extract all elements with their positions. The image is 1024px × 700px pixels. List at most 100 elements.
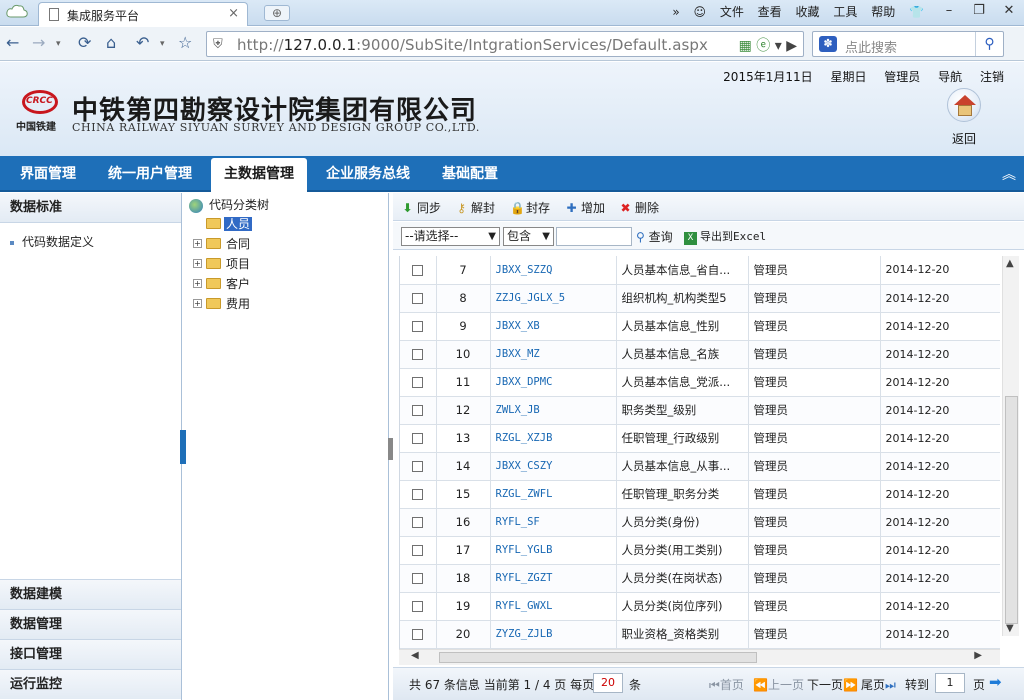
new-tab-button[interactable]: ⊕ xyxy=(264,5,290,21)
prev-page-button[interactable]: ⏪上一页 xyxy=(753,676,804,693)
expand-icon[interactable]: + xyxy=(193,279,202,288)
tab-close-icon[interactable]: × xyxy=(228,6,239,21)
row-code-link[interactable]: RZGL_XZJB xyxy=(490,424,617,453)
expand-icon[interactable]: + xyxy=(193,259,202,268)
row-code-link[interactable]: JBXX_DPMC xyxy=(490,368,617,397)
nav-item-code-data[interactable]: 代码数据定义 xyxy=(10,233,94,250)
close-window-icon[interactable]: ✕ xyxy=(994,0,1024,22)
h-scroll-thumb[interactable] xyxy=(439,652,757,663)
checkbox[interactable] xyxy=(412,545,424,556)
nav-section-interface[interactable]: 接口管理 xyxy=(0,639,181,669)
row-code-link[interactable]: RYFL_ZGZT xyxy=(490,564,617,593)
next-page-button[interactable]: 下一页⏩ xyxy=(807,676,858,693)
row-code-link[interactable]: ZYZG_ZJLB xyxy=(490,620,617,649)
unlock-button[interactable]: ⚷ 解封 xyxy=(455,199,495,216)
skin-icon[interactable]: 👕 xyxy=(909,5,924,19)
vertical-scrollbar[interactable]: ▲ ▼ xyxy=(1002,256,1019,636)
row-code-link[interactable]: JBXX_XB xyxy=(490,312,617,341)
checkbox[interactable] xyxy=(412,489,424,500)
table-row[interactable]: 15 RZGL_ZWFL 任职管理_职务分类 管理员 2014-12-20 xyxy=(400,480,1000,509)
table-row[interactable]: 12 ZWLX_JB 职务类型_级别 管理员 2014-12-20 xyxy=(400,396,1000,425)
logout-link[interactable]: 注销 xyxy=(980,70,1004,84)
return-home-button[interactable]: 返回 xyxy=(944,88,984,148)
table-row[interactable]: 9 JBXX_XB 人员基本信息_性别 管理员 2014-12-20 xyxy=(400,312,1000,341)
row-code-link[interactable]: JBXX_SZZQ xyxy=(490,256,617,285)
menu-master-data[interactable]: 主数据管理 xyxy=(211,158,307,192)
menu-service-bus[interactable]: 企业服务总线 xyxy=(326,156,410,192)
refresh-icon[interactable]: ⟳ xyxy=(78,33,91,52)
tree-node-project[interactable]: + 项目 xyxy=(193,255,252,272)
checkbox[interactable] xyxy=(412,461,424,472)
scroll-up-icon[interactable]: ▲ xyxy=(1006,258,1014,269)
menu-help[interactable]: 帮助 xyxy=(871,5,895,19)
row-code-link[interactable]: JBXX_CSZY xyxy=(490,452,617,481)
row-code-link[interactable]: RZGL_ZWFL xyxy=(490,480,617,509)
tree-node-customer[interactable]: + 客户 xyxy=(193,275,252,292)
row-code-link[interactable]: ZWLX_JB xyxy=(490,396,617,425)
row-code-link[interactable]: RYFL_SF xyxy=(490,508,617,537)
scroll-left-icon[interactable]: ◀ xyxy=(411,650,419,661)
page-size-input[interactable]: 20 xyxy=(593,673,623,693)
address-url[interactable]: http://127.0.0.1:9000/SubSite/Intgration… xyxy=(237,36,708,54)
menu-more-icon[interactable]: » xyxy=(672,5,679,19)
left-panel-header[interactable]: 数据标准 xyxy=(0,193,181,223)
menu-view[interactable]: 查看 xyxy=(758,5,782,19)
row-code-link[interactable]: ZZJG_JGLX_5 xyxy=(490,284,617,313)
address-bar[interactable]: ⛨ http://127.0.0.1:9000/SubSite/Intgrati… xyxy=(206,31,804,57)
table-row[interactable]: 8 ZZJG_JGLX_5 组织机构_机构类型5 管理员 2014-12-20 xyxy=(400,284,1000,313)
nav-section-monitoring[interactable]: 运行监控 xyxy=(0,669,181,699)
page-number-input[interactable]: 1 xyxy=(935,673,965,693)
query-input[interactable] xyxy=(556,227,632,246)
user-icon[interactable]: ☺ xyxy=(693,5,706,19)
checkbox[interactable] xyxy=(412,601,424,612)
undo-icon[interactable]: ↶ xyxy=(136,33,149,52)
home-icon[interactable]: ⌂ xyxy=(106,33,116,52)
export-excel-button[interactable]: X 导出到Excel xyxy=(684,228,766,245)
table-row[interactable]: 19 RYFL_GWXL 人员分类(岗位序列) 管理员 2014-12-20 xyxy=(400,592,1000,621)
go-arrow-icon[interactable]: ➡ xyxy=(989,673,1002,691)
minimize-icon[interactable]: – xyxy=(934,0,964,22)
left-splitter-handle[interactable] xyxy=(180,430,186,464)
first-page-button[interactable]: ⏮首页 xyxy=(709,676,744,693)
table-row[interactable]: 11 JBXX_DPMC 人员基本信息_党派... 管理员 2014-12-20 xyxy=(400,368,1000,397)
browser-tab[interactable]: 集成服务平台 × xyxy=(38,2,248,26)
checkbox[interactable] xyxy=(412,629,424,640)
add-button[interactable]: ✚ 增加 xyxy=(565,199,605,216)
nav-section-modeling[interactable]: 数据建模 xyxy=(0,579,181,609)
nav-link[interactable]: 导航 xyxy=(938,70,962,84)
table-row[interactable]: 17 RYFL_YGLB 人员分类(用工类别) 管理员 2014-12-20 xyxy=(400,536,1000,565)
checkbox[interactable] xyxy=(412,321,424,332)
undo-dropdown-icon[interactable]: ▾ xyxy=(160,39,165,49)
menu-file[interactable]: 文件 xyxy=(720,5,744,19)
table-row[interactable]: 13 RZGL_XZJB 任职管理_行政级别 管理员 2014-12-20 xyxy=(400,424,1000,453)
ie-mode-icon[interactable]: ⓔ xyxy=(756,38,770,54)
menu-user-management[interactable]: 统一用户管理 xyxy=(108,156,192,192)
row-code-link[interactable]: RYFL_GWXL xyxy=(490,592,617,621)
tree-node-expense[interactable]: + 费用 xyxy=(193,295,252,312)
row-code-link[interactable]: RYFL_YGLB xyxy=(490,536,617,565)
checkbox[interactable] xyxy=(412,293,424,304)
history-dropdown-icon[interactable]: ▾ xyxy=(56,39,61,49)
back-icon[interactable]: ← xyxy=(6,33,19,52)
table-row[interactable]: 7 JBXX_SZZQ 人员基本信息_省自... 管理员 2014-12-20 xyxy=(400,256,1000,285)
favorite-star-icon[interactable]: ☆ xyxy=(178,33,192,52)
search-engine-icon[interactable]: ✽ xyxy=(819,36,837,52)
browser-search-box[interactable]: ✽ 点此搜索 ⚲ xyxy=(812,31,1004,57)
checkbox[interactable] xyxy=(412,433,424,444)
checkbox[interactable] xyxy=(412,405,424,416)
query-button[interactable]: ⚲ 查询 xyxy=(636,228,673,245)
sync-button[interactable]: ⬇ 同步 xyxy=(401,199,441,216)
lock-button[interactable]: 🔒封存 xyxy=(510,199,550,216)
go-icon[interactable]: ▶ xyxy=(786,38,797,54)
checkbox[interactable] xyxy=(412,264,424,276)
qr-code-icon[interactable]: ▦ xyxy=(739,38,752,54)
forward-icon[interactable]: → xyxy=(32,33,45,52)
operator-select[interactable]: 包含 ▼ xyxy=(503,227,554,246)
expand-icon[interactable]: + xyxy=(193,239,202,248)
delete-button[interactable]: ✖ 删除 xyxy=(619,199,659,216)
search-icon[interactable]: ⚲ xyxy=(975,32,1003,56)
scroll-right-icon[interactable]: ▶ xyxy=(974,650,982,661)
menu-basic-config[interactable]: 基础配置 xyxy=(442,156,498,192)
checkbox[interactable] xyxy=(412,377,424,388)
horizontal-scrollbar[interactable]: ◀ ▶ xyxy=(399,649,1000,665)
